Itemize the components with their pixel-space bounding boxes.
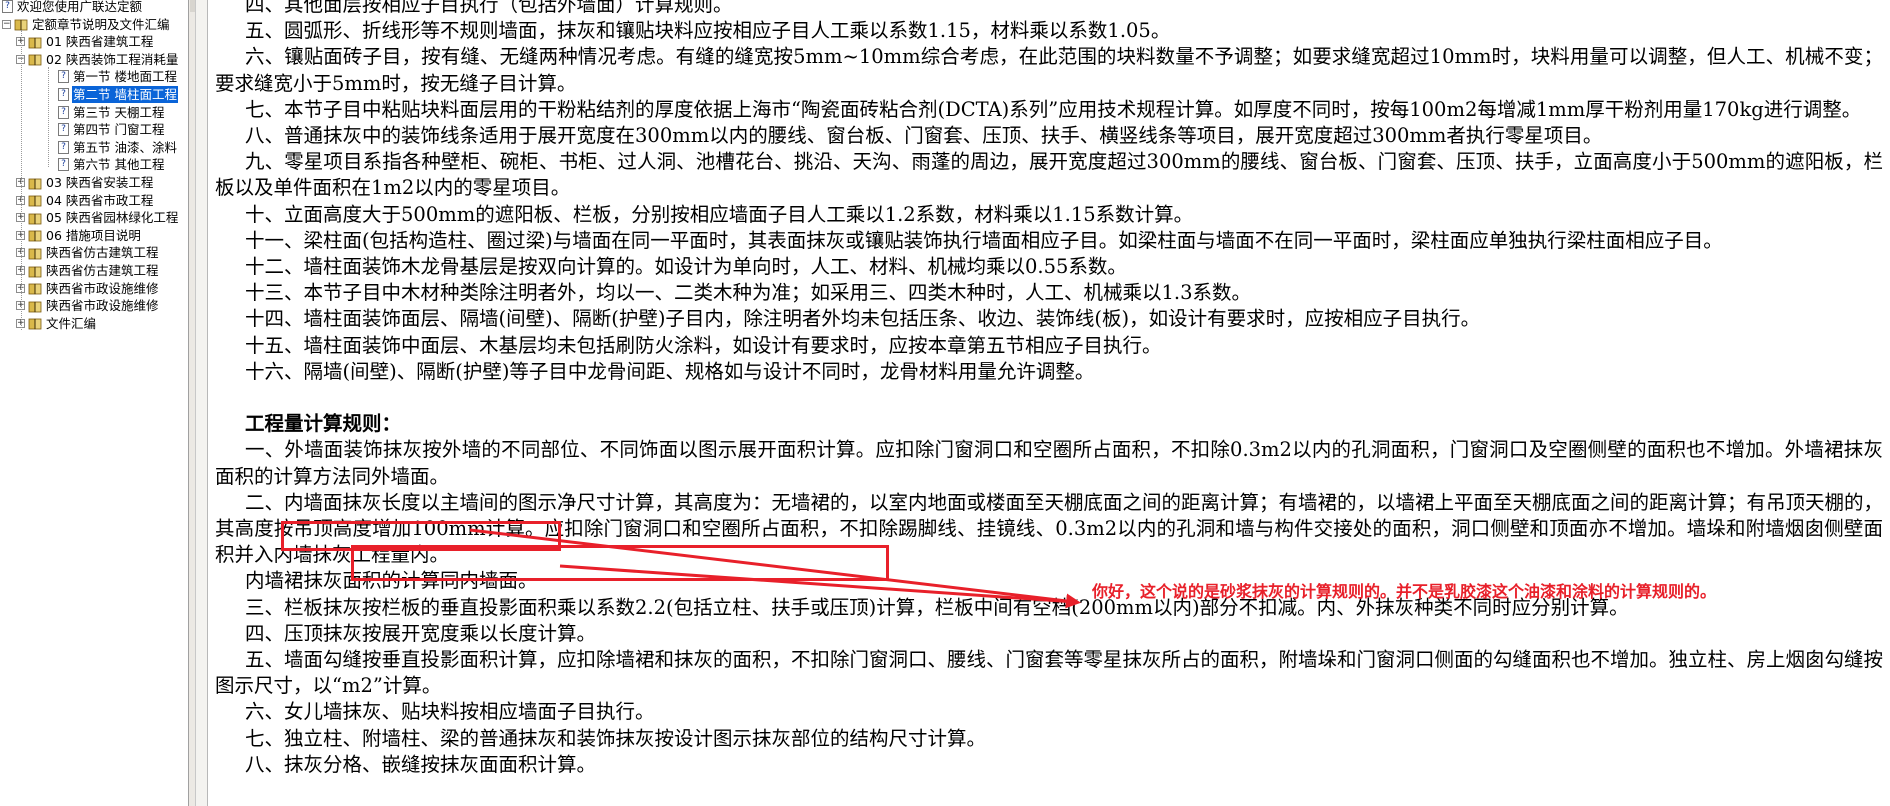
annotation-comment: 你好，这个说的是砂浆抹灰的计算规则的。并不是乳胶漆这个油漆和涂料的计算规则的。 <box>1092 582 1717 601</box>
annotation-arrows <box>469 528 1081 609</box>
